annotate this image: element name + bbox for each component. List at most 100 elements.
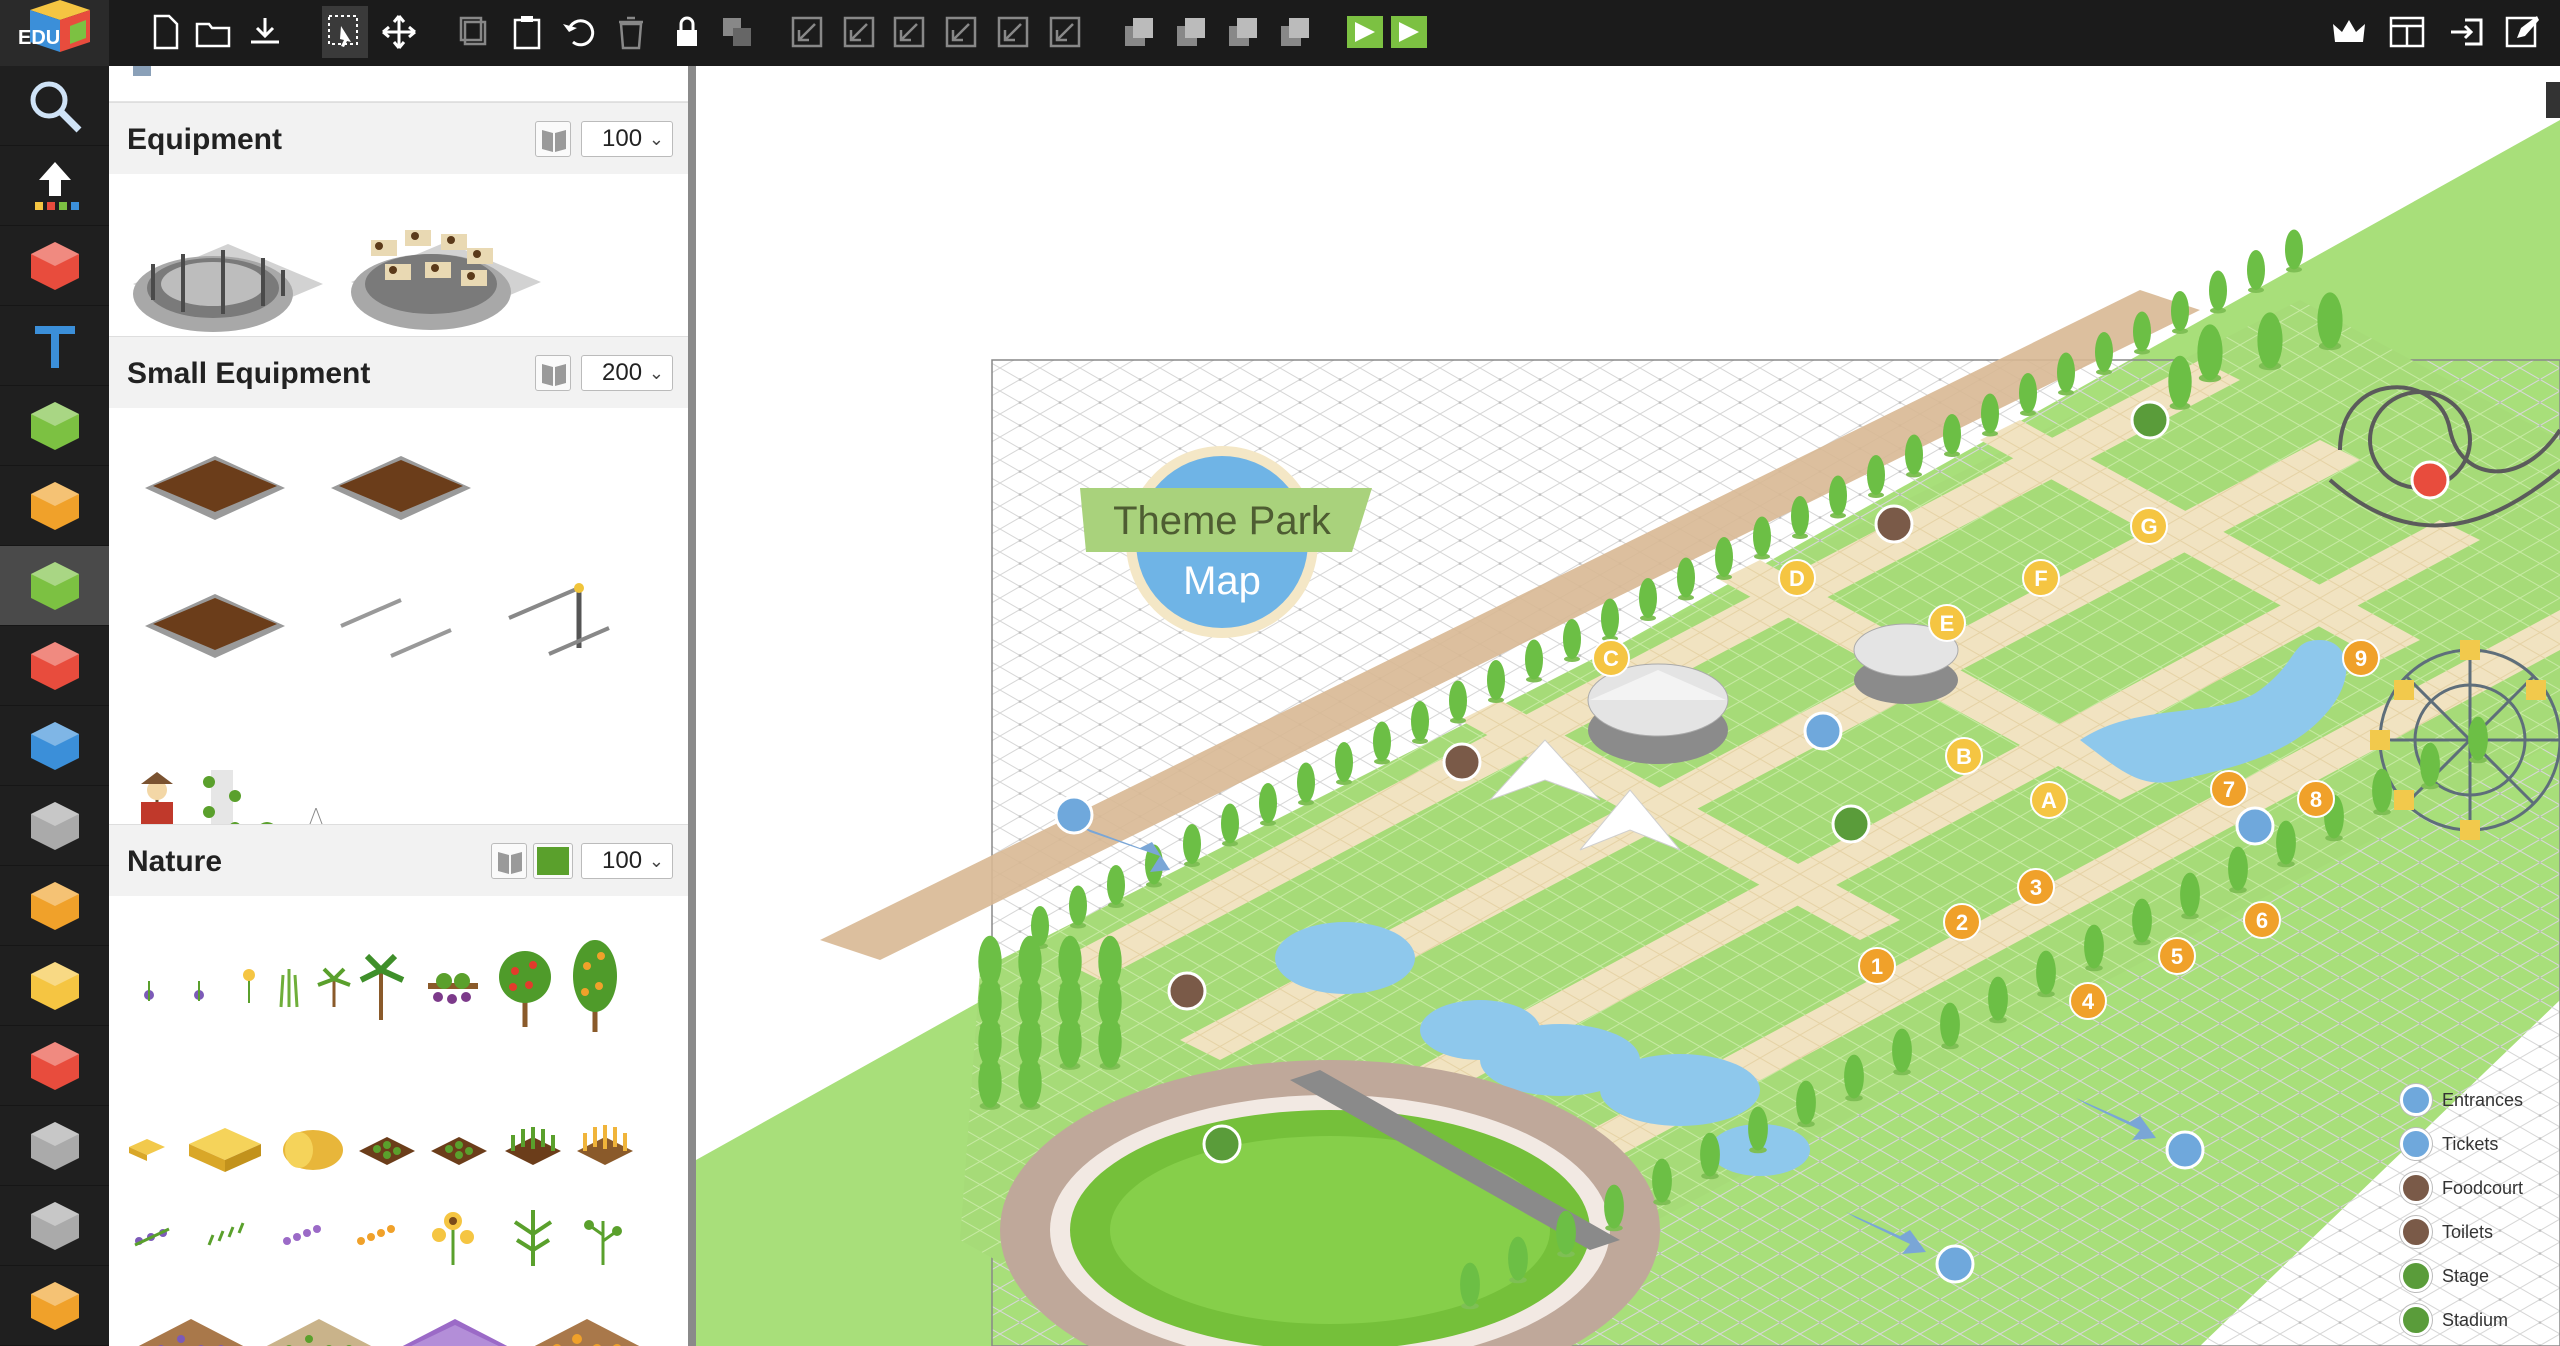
bring-forward-button[interactable] [1220,6,1266,58]
category-library[interactable] [0,706,109,786]
send-backward-button[interactable] [1272,6,1318,58]
new-document-button[interactable] [142,6,188,58]
align-down-button[interactable] [1042,6,1088,58]
book-icon[interactable] [535,121,571,157]
category-park[interactable] [0,546,109,626]
nature-field[interactable] [131,1309,251,1346]
align-up-button[interactable] [990,6,1036,58]
attraction-badge-A[interactable]: A [2030,781,2068,819]
crown-button[interactable] [2326,6,2372,58]
attraction-badge-4[interactable]: 4 [2069,982,2107,1020]
attraction-badge-6[interactable]: 6 [2243,901,2281,939]
nature-corn[interactable] [509,1204,557,1273]
category-construction[interactable] [0,946,109,1026]
nature-wheat-bed[interactable] [575,1121,635,1176]
attraction-badge-D[interactable]: D [1778,559,1816,597]
play-all-button[interactable] [1386,6,1432,58]
nature-pear-tree[interactable] [569,936,623,1041]
nature-apple-tree[interactable] [499,941,553,1036]
nature-pepper[interactable] [579,1205,627,1272]
design-canvas[interactable]: Theme Park Map 1 2 3 4 5 6 7 8 9 A B C D… [696,66,2560,1346]
nature-hay-small[interactable] [125,1121,185,1176]
nature-lavender-row[interactable] [277,1211,337,1266]
align-top-left-button[interactable] [886,6,932,58]
round-pen-empty[interactable] [123,214,333,349]
login-button[interactable] [2444,6,2490,58]
attraction-badge-E[interactable]: E [1928,604,1966,642]
nature-crop-bed[interactable] [357,1121,417,1176]
category-industry[interactable] [0,1026,109,1106]
undo-button[interactable] [556,6,602,58]
nature-field-green[interactable] [259,1309,379,1346]
nature-field-purple[interactable] [395,1309,515,1346]
nature-flower-row[interactable] [351,1211,411,1266]
pipe-segments[interactable] [331,586,471,671]
select-button[interactable] [322,6,368,58]
attraction-badge-2[interactable]: 2 [1943,903,1981,941]
raised-bed-2[interactable] [331,448,471,533]
delete-button[interactable] [608,6,654,58]
move-button[interactable] [376,6,422,58]
nature-sunflower[interactable] [429,1205,477,1272]
play-button[interactable] [1342,6,1388,58]
align-bottom-left-button[interactable] [784,6,830,58]
attraction-badge-5[interactable]: 5 [2158,937,2196,975]
color-picker-button[interactable] [533,843,573,879]
nature-crop-row[interactable] [129,1211,189,1266]
round-pen-cattle[interactable] [341,204,551,349]
lock-button[interactable] [664,6,710,58]
raised-bed-1[interactable] [145,448,285,533]
category-search[interactable] [0,66,109,146]
edit-button[interactable] [2500,6,2546,58]
attraction-badge-7[interactable]: 7 [2210,770,2248,808]
size-select[interactable]: 100 ⌄ [581,121,673,157]
save-button[interactable] [242,6,288,58]
paste-button[interactable] [504,6,550,58]
category-picture[interactable] [0,1266,109,1346]
copy-button[interactable] [452,6,498,58]
size-select[interactable]: 100 ⌄ [581,843,673,879]
attraction-badge-3[interactable]: 3 [2017,868,2055,906]
category-sports[interactable] [0,466,109,546]
bring-to-front-button[interactable] [1116,6,1162,58]
category-shapes[interactable] [0,226,109,306]
nature-palm[interactable] [359,950,405,1027]
category-buildings[interactable] [0,386,109,466]
app-logo[interactable]: EDU [0,0,109,66]
attraction-badge-C[interactable]: C [1592,639,1630,677]
nature-hay-round[interactable] [279,1120,345,1177]
irrigation-arm[interactable] [489,558,629,683]
nature-hay-bale[interactable] [185,1116,265,1181]
align-bottom-right-button[interactable] [836,6,882,58]
attraction-badge-8[interactable]: 8 [2297,780,2335,818]
align-top-right-button[interactable] [938,6,984,58]
category-energy[interactable] [0,1106,109,1186]
attraction-badge-G[interactable]: G [2130,507,2168,545]
theme-park-map[interactable]: Theme Park Map 1234567 89ABCDEFG [696,66,2560,1346]
attraction-badge-B[interactable]: B [1945,737,1983,775]
panel-divider[interactable] [688,66,696,1346]
open-folder-button[interactable] [190,6,236,58]
nature-field-yellow[interactable] [527,1309,647,1346]
category-airplane[interactable] [0,866,109,946]
nature-vine[interactable] [424,963,482,1014]
send-to-back-button[interactable] [1168,6,1214,58]
category-furniture[interactable] [0,626,109,706]
category-upload[interactable] [0,146,109,226]
attraction-badge-9[interactable]: 9 [2342,639,2380,677]
book-icon[interactable] [535,355,571,391]
category-text[interactable] [0,306,109,386]
group-button[interactable] [714,6,760,58]
nature-grass-bed[interactable] [503,1121,563,1176]
nature-sprout-row[interactable] [203,1211,263,1266]
category-transport[interactable] [0,786,109,866]
attraction-badge-1[interactable]: 1 [1858,947,1896,985]
panel-collapse-handle[interactable] [2546,82,2560,118]
category-robot[interactable] [0,1186,109,1266]
layout-button[interactable] [2384,6,2430,58]
raised-bed-3[interactable] [145,586,285,671]
attraction-badge-F[interactable]: F [2022,559,2060,597]
book-icon[interactable] [491,843,527,879]
nature-crop-bed[interactable] [429,1121,489,1176]
size-select[interactable]: 200 ⌄ [581,355,673,391]
